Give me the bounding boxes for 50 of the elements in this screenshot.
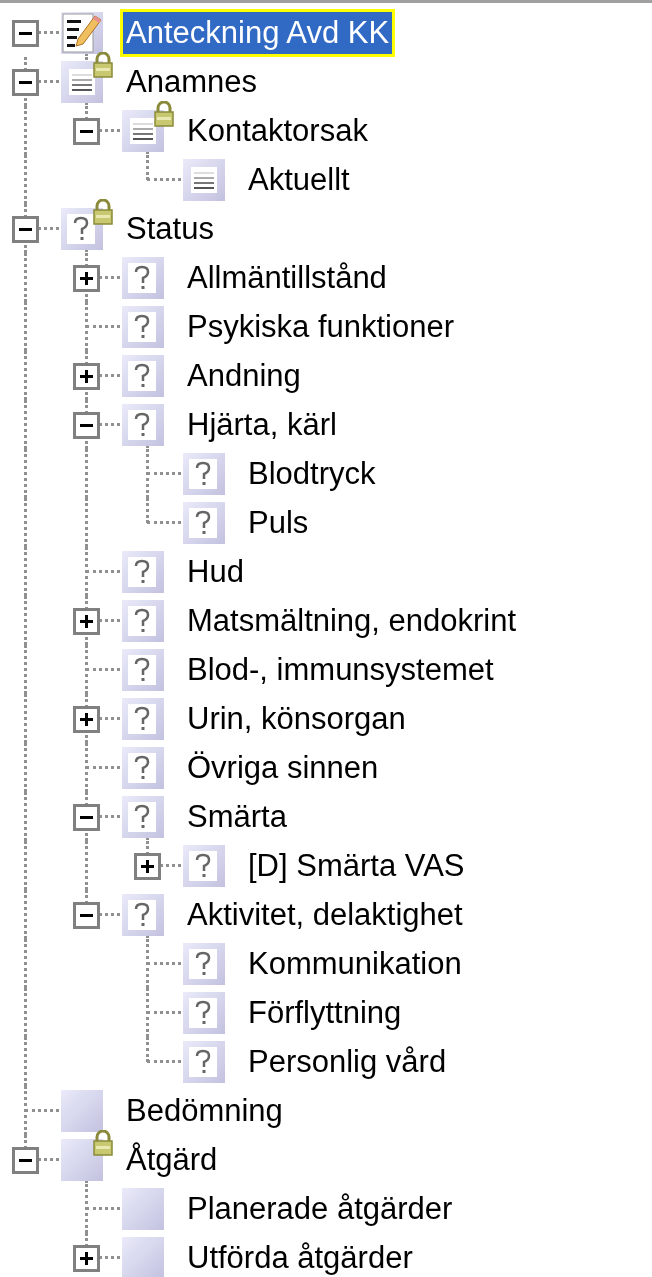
plus-icon [79,614,94,629]
tree-item[interactable]: Hjärta, kärl [184,403,340,446]
collapse-button[interactable] [73,412,100,439]
plus-icon [79,271,94,286]
collapse-button[interactable] [73,902,100,929]
plus-icon [79,1251,94,1266]
tree-item[interactable]: Planerade åtgärder [184,1187,456,1230]
tree-item[interactable]: Personlig vård [245,1040,450,1083]
tree-item[interactable]: Aktuellt [245,158,353,201]
tree-item[interactable]: [D] Smärta VAS [245,844,468,887]
expand-button[interactable] [73,706,100,733]
tree-item[interactable]: Andning [184,354,304,397]
tree-item[interactable]: Puls [245,501,312,544]
tree-item[interactable]: Kommunikation [245,942,465,985]
plus-icon [79,369,94,384]
tree-item[interactable]: Blod-, immunsystemet [184,648,497,691]
tree-item[interactable]: Åtgärd [123,1138,221,1181]
document-icon [61,60,103,103]
question-icon [61,207,103,250]
collapse-button[interactable] [73,118,100,145]
tree-item[interactable]: Övriga sinnen [184,746,382,789]
document-icon [122,109,164,152]
tree-item[interactable]: Urin, könsorgan [184,697,409,740]
tree-item[interactable]: Anteckning Avd KK [123,11,393,54]
tree-item[interactable]: Allmäntillstånd [184,256,390,299]
collapse-button[interactable] [12,216,39,243]
expand-button[interactable] [73,363,100,390]
tree-item[interactable]: Förflyttning [245,991,405,1034]
tree-item[interactable]: Matsmältning, endokrint [184,599,520,642]
tree-item[interactable]: Hud [184,550,247,593]
plus-icon [79,712,94,727]
tree-item[interactable]: Smärta [184,795,290,838]
expand-button[interactable] [73,265,100,292]
blank-icon [61,1138,103,1181]
collapse-button[interactable] [73,804,100,831]
plus-icon [140,859,155,874]
expand-button[interactable] [73,1245,100,1272]
expand-button[interactable] [134,853,161,880]
tree-item[interactable]: Anamnes [123,60,260,103]
tree-item[interactable]: Psykiska funktioner [184,305,458,348]
tree-item[interactable]: Utförda åtgärder [184,1236,416,1277]
expand-button[interactable] [73,608,100,635]
tree-item[interactable]: Aktivitet, delaktighet [184,893,466,936]
tree-item[interactable]: Kontaktorsak [184,109,371,152]
tree-item[interactable]: Bedömning [123,1089,286,1132]
tree-item[interactable]: Status [123,207,217,250]
collapse-button[interactable] [12,20,39,47]
tree-item[interactable]: Blodtryck [245,452,379,495]
collapse-button[interactable] [12,69,39,96]
collapse-button[interactable] [12,1147,39,1174]
